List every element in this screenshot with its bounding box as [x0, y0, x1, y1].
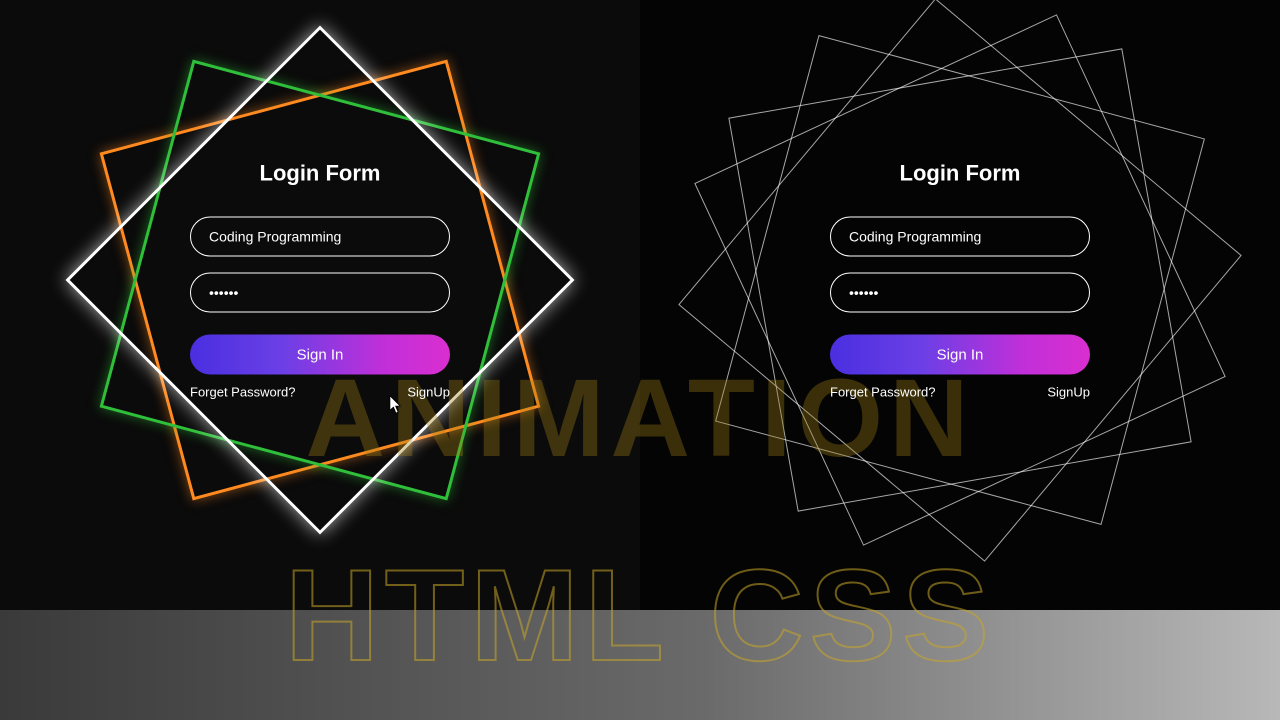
- form-title: Login Form: [830, 161, 1090, 187]
- login-card-left: Login Form Sign In Forget Password? Sign…: [190, 161, 450, 400]
- login-card-right: Login Form Sign In Forget Password? Sign…: [830, 161, 1090, 400]
- username-input[interactable]: [830, 217, 1090, 257]
- password-input[interactable]: [190, 273, 450, 313]
- signin-button[interactable]: Sign In: [190, 335, 450, 375]
- username-input[interactable]: [190, 217, 450, 257]
- bottom-gradient-bar: [0, 610, 1280, 720]
- signin-button[interactable]: Sign In: [830, 335, 1090, 375]
- password-input[interactable]: [830, 273, 1090, 313]
- signup-link[interactable]: SignUp: [1047, 385, 1090, 400]
- form-title: Login Form: [190, 161, 450, 187]
- forgot-password-link[interactable]: Forget Password?: [190, 385, 296, 400]
- signup-link[interactable]: SignUp: [407, 385, 450, 400]
- forgot-password-link[interactable]: Forget Password?: [830, 385, 936, 400]
